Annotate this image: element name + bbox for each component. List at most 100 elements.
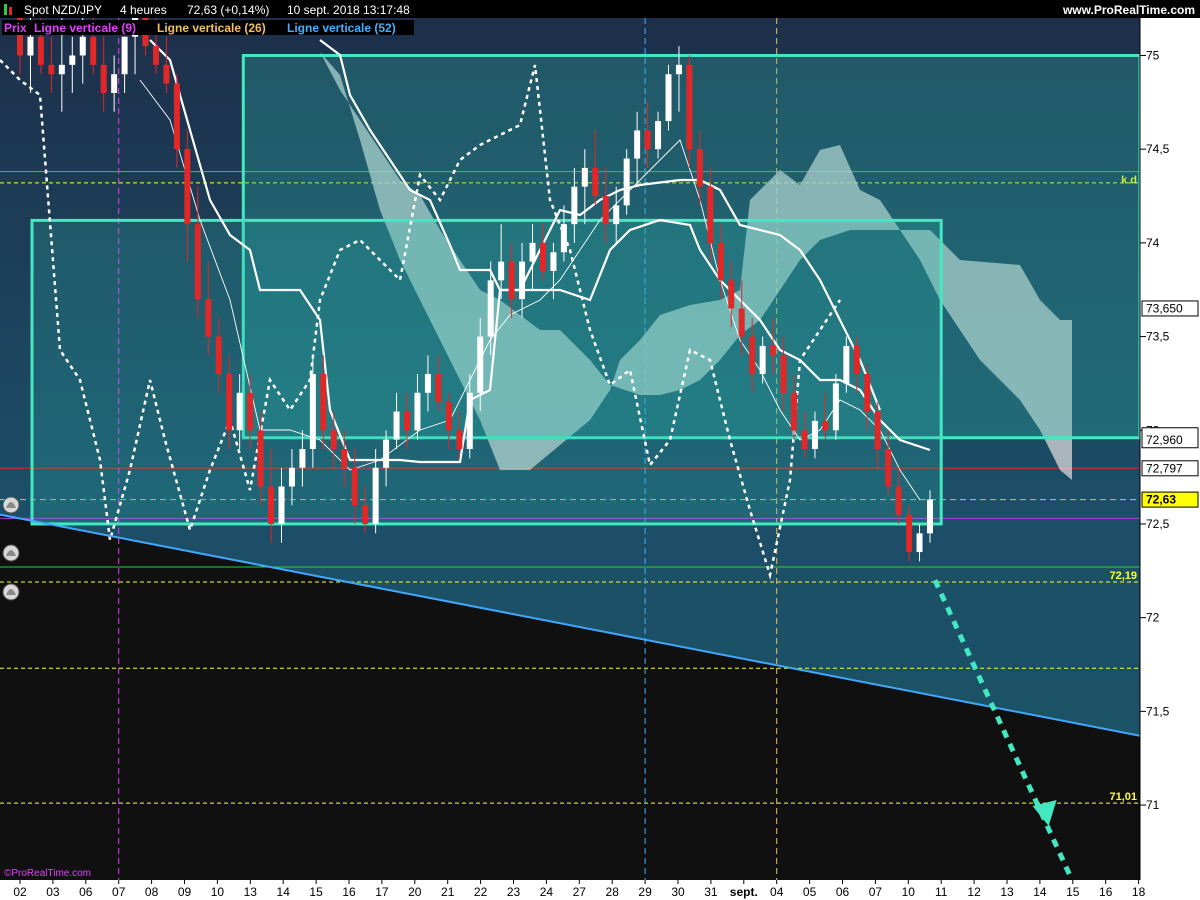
candle-down <box>864 374 871 412</box>
x-tick-label: 02 <box>13 885 27 899</box>
candle-down <box>853 345 860 375</box>
candle-up <box>393 411 400 440</box>
candle-down <box>404 411 411 431</box>
price-tag-label: 72,63 <box>1146 493 1176 507</box>
y-tick-label: 74 <box>1146 236 1160 250</box>
x-tick-label: 16 <box>1099 885 1113 899</box>
candle-up <box>498 261 505 281</box>
candle-up <box>571 186 578 225</box>
legend: Prix Ligne verticale (9) Ligne verticale… <box>2 20 414 35</box>
x-tick-label: 17 <box>375 885 389 899</box>
y-tick-label: 74,5 <box>1146 142 1170 156</box>
x-tick-label: 15 <box>309 885 323 899</box>
x-tick-label: 06 <box>836 885 850 899</box>
x-tick-label: 23 <box>507 885 521 899</box>
x-tick-label: 16 <box>342 885 356 899</box>
candle-down <box>770 345 777 356</box>
candle-up <box>916 533 923 553</box>
x-tick-label: 04 <box>770 885 784 899</box>
x-tick-label: 30 <box>671 885 685 899</box>
level-label: 72,19 <box>1109 570 1137 582</box>
x-tick-label: 06 <box>79 885 93 899</box>
candle-up <box>121 36 128 75</box>
candle-up <box>581 167 588 187</box>
x-tick-label: 14 <box>1033 885 1047 899</box>
candle-up <box>613 205 620 225</box>
x-tick-label: 14 <box>277 885 291 899</box>
candle-down <box>822 420 829 431</box>
candle-up <box>58 64 65 75</box>
candle-up <box>832 383 839 431</box>
candle-up <box>623 158 630 206</box>
x-tick-label: 10 <box>211 885 225 899</box>
candle-up <box>529 242 536 262</box>
candle-down <box>728 280 735 309</box>
x-tick-label: 13 <box>1000 885 1014 899</box>
legend-prix: Prix <box>4 21 27 35</box>
x-tick-label: sept. <box>730 885 758 899</box>
x-tick-label: 07 <box>869 885 883 899</box>
timeframe-label: 4 heures <box>120 3 167 17</box>
x-tick-label: 13 <box>244 885 258 899</box>
candle-down <box>205 299 212 337</box>
candle-down <box>90 36 97 65</box>
candle-down <box>602 196 609 225</box>
candle-up <box>477 336 484 393</box>
candle-down <box>895 486 902 515</box>
candle-down <box>194 224 201 300</box>
price-tag-label: 72,960 <box>1146 433 1183 447</box>
candle-up <box>487 280 494 337</box>
candle-down <box>184 149 191 225</box>
footer-copyright: ©ProRealTime.com <box>4 868 91 879</box>
y-tick-label: 71,5 <box>1146 704 1170 718</box>
instrument-title: Spot NZD/JPY <box>24 3 102 17</box>
candle-up <box>27 36 34 56</box>
app-icon <box>4 4 7 15</box>
site-link[interactable]: www.ProRealTime.com <box>1062 3 1195 17</box>
candle-up <box>675 64 682 75</box>
x-tick-label: 21 <box>441 885 455 899</box>
candle-down <box>173 83 180 150</box>
x-tick-label: 31 <box>704 885 718 899</box>
candle-up <box>278 486 285 524</box>
range-box-lower <box>30 218 943 526</box>
candle-down <box>801 430 808 449</box>
candle-down <box>791 392 798 431</box>
candle-down <box>885 449 892 487</box>
candle-down <box>268 486 275 524</box>
candle-down <box>100 64 107 93</box>
candle-up <box>111 74 118 93</box>
candle-up <box>309 374 316 449</box>
candle-down <box>48 64 55 75</box>
level-label: 71,01 <box>1109 791 1137 803</box>
x-tick-label: 11 <box>935 885 948 899</box>
candle-down <box>320 374 327 431</box>
candle-down <box>707 186 714 243</box>
x-tick-label: 03 <box>46 885 60 899</box>
x-tick-label: 07 <box>112 885 126 899</box>
plot-area: k d 72,1971,01 <box>0 18 1140 880</box>
price-tag-label: 72,797 <box>1146 461 1183 475</box>
candle-down <box>717 242 724 281</box>
candle-up <box>655 121 662 150</box>
candle-down <box>906 514 913 553</box>
candle-up <box>927 499 933 534</box>
candle-up <box>560 224 567 253</box>
candle-down <box>696 149 703 187</box>
candle-down <box>445 402 452 431</box>
x-tick-label: 05 <box>803 885 817 899</box>
candle-up <box>634 130 641 159</box>
x-tick-label: 08 <box>145 885 159 899</box>
candle-up <box>79 36 86 56</box>
candle-down <box>226 374 233 431</box>
candle-up <box>519 261 526 300</box>
candle-down <box>874 411 881 449</box>
candle-up <box>811 420 818 449</box>
candle-down <box>749 336 756 375</box>
candle-up <box>236 392 243 431</box>
candle-down <box>37 36 44 65</box>
x-tick-label: 28 <box>606 885 620 899</box>
candle-down <box>456 430 463 449</box>
legend-ligne-52: Ligne verticale (52) <box>287 21 396 35</box>
price-chart[interactable]: Spot NZD/JPY 4 heures 72,63 (+0,14%) 10 … <box>0 0 1200 900</box>
